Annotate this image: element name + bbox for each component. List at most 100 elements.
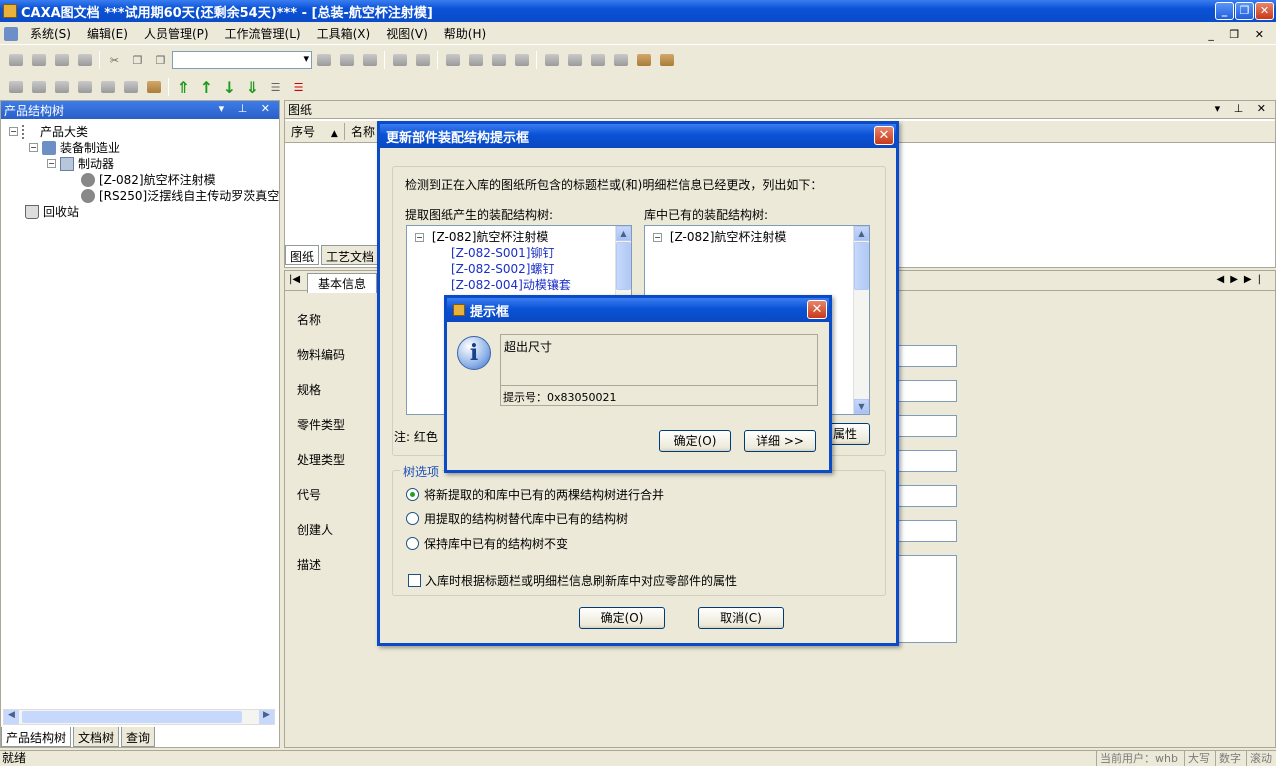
search-icon[interactable]	[337, 51, 357, 69]
print-icon[interactable]	[75, 51, 95, 69]
option-keep[interactable]: 保持库中已有的结构树不变	[406, 535, 568, 552]
panel-controls[interactable]: ▾ ⊥ ✕	[219, 102, 275, 115]
column-index[interactable]: 序号 ▲	[285, 123, 345, 140]
scroll-right-icon[interactable]: ▶	[259, 710, 274, 724]
update-cancel-button[interactable]: 取消(C)	[698, 607, 784, 629]
scroll-up-icon[interactable]: ▲	[616, 226, 631, 241]
move-down-icon[interactable]: ↓	[220, 78, 240, 97]
stop-icon[interactable]	[657, 51, 677, 69]
tab-product-tree[interactable]: 产品结构树	[1, 727, 72, 747]
horizontal-scrollbar[interactable]: ◀ ▶	[3, 709, 275, 725]
column-name[interactable]: 名称	[345, 123, 375, 140]
option-merge[interactable]: 将新提取的和库中已有的两棵结构树进行合并	[406, 486, 664, 503]
radio-selected-icon[interactable]	[406, 488, 419, 501]
menu-workflow[interactable]: 工作流管理(L)	[217, 24, 309, 44]
field-creator[interactable]	[897, 520, 957, 542]
tree-node-recycle-bin[interactable]: 回收站	[25, 203, 79, 220]
export-icon[interactable]	[413, 51, 433, 69]
tree-node-z082[interactable]: [Z-082]航空杯注射模	[81, 171, 216, 188]
scroll-thumb[interactable]	[854, 242, 869, 290]
field-part-type[interactable]	[897, 415, 957, 437]
menu-help[interactable]: 帮助(H)	[436, 24, 494, 44]
structure-icon-2[interactable]	[29, 78, 49, 96]
permission-icon[interactable]	[512, 51, 532, 69]
role-icon[interactable]	[489, 51, 509, 69]
list-delete-icon[interactable]: ☰	[289, 78, 309, 96]
tree-node-product-category[interactable]: − 产品大类	[9, 123, 88, 140]
extracted-node[interactable]: [Z-082-004]动模镶套	[451, 276, 571, 293]
scroll-thumb[interactable]	[22, 711, 242, 723]
import-icon[interactable]	[390, 51, 410, 69]
structure-icon-1[interactable]	[6, 78, 26, 96]
user-icon[interactable]	[443, 51, 463, 69]
tab-basic-info[interactable]: 基本信息	[307, 273, 378, 293]
extracted-root[interactable]: − [Z-082]航空杯注射模	[415, 228, 548, 245]
new-doc-icon[interactable]	[6, 51, 26, 69]
save-doc-icon[interactable]	[52, 51, 72, 69]
structure-icon-3[interactable]	[52, 78, 72, 96]
existing-root[interactable]: − [Z-082]航空杯注射模	[653, 228, 786, 245]
menu-edit[interactable]: 编辑(E)	[79, 24, 136, 44]
scroll-down-icon[interactable]: ▼	[854, 399, 869, 414]
refresh-attributes-checkbox[interactable]: 入库时根据标题栏或明细栏信息刷新库中对应零部件的属性	[408, 572, 737, 589]
review-icon[interactable]	[588, 51, 608, 69]
query-icon[interactable]	[360, 51, 380, 69]
option-replace[interactable]: 用提取的结构树替代库中已有的结构树	[406, 510, 628, 527]
collapse-icon[interactable]: −	[47, 159, 56, 168]
scroll-thumb[interactable]	[616, 242, 631, 290]
minimize-button[interactable]: _	[1215, 2, 1234, 20]
toolbar-combo[interactable]	[172, 51, 312, 69]
extracted-node[interactable]: [Z-082-S001]铆钉	[451, 244, 554, 261]
collapse-icon[interactable]: −	[9, 127, 18, 136]
menu-toolbox[interactable]: 工具箱(X)	[309, 24, 379, 44]
tab-drawings[interactable]: 图纸	[285, 245, 320, 265]
checkbox-icon[interactable]	[408, 574, 421, 587]
cut-icon[interactable]: ✂	[105, 51, 125, 69]
paste-icon[interactable]: ❐	[151, 51, 171, 69]
workflow-icon[interactable]	[542, 51, 562, 69]
field-description[interactable]	[897, 555, 957, 643]
scroll-up-icon[interactable]: ▲	[854, 226, 869, 241]
close-button[interactable]: ✕	[1255, 2, 1274, 20]
tab-process-docs[interactable]: 工艺文档	[321, 245, 380, 265]
move-top-icon[interactable]: ⇑	[174, 78, 194, 97]
existing-tree-scrollbar[interactable]: ▲ ▼	[853, 226, 869, 414]
settings-icon[interactable]	[634, 51, 654, 69]
tab-scroll-icons[interactable]: ◀▶▶|	[1217, 274, 1267, 285]
tab-scroll-first-icon[interactable]: |◀	[289, 274, 300, 285]
tab-document-tree[interactable]: 文档树	[73, 727, 120, 747]
field-material-code[interactable]	[897, 345, 957, 367]
prompt-ok-button[interactable]: 确定(O)	[659, 430, 731, 452]
field-process-type[interactable]	[897, 450, 957, 472]
scroll-left-icon[interactable]: ◀	[4, 710, 19, 724]
move-bottom-icon[interactable]: ⇓	[243, 78, 263, 97]
prompt-close-button[interactable]: ✕	[807, 300, 827, 319]
approve-icon[interactable]	[611, 51, 631, 69]
tree-node-brake[interactable]: − 制动器	[47, 155, 114, 172]
restore-button[interactable]: ❐	[1235, 2, 1254, 20]
open-doc-icon[interactable]	[29, 51, 49, 69]
collapse-icon[interactable]: −	[29, 143, 38, 152]
structure-icon-5[interactable]	[98, 78, 118, 96]
dialog-close-button[interactable]: ✕	[874, 126, 894, 145]
menu-system[interactable]: 系统(S)	[22, 24, 79, 44]
mdi-window-controls[interactable]: _ ❐ ✕	[1208, 28, 1270, 41]
menu-personnel[interactable]: 人员管理(P)	[136, 24, 217, 44]
field-code[interactable]	[897, 485, 957, 507]
structure-icon-4[interactable]	[75, 78, 95, 96]
prompt-details-button[interactable]: 详细 >>	[744, 430, 816, 452]
copy-icon[interactable]: ❐	[128, 51, 148, 69]
task-icon[interactable]	[565, 51, 585, 69]
move-up-icon[interactable]: ↑	[197, 78, 217, 97]
group-icon[interactable]	[466, 51, 486, 69]
tab-query[interactable]: 查询	[121, 727, 156, 747]
structure-icon-7[interactable]	[144, 78, 164, 96]
radio-icon[interactable]	[406, 512, 419, 525]
structure-icon-6[interactable]	[121, 78, 141, 96]
field-spec[interactable]	[897, 380, 957, 402]
menu-view[interactable]: 视图(V)	[378, 24, 436, 44]
update-ok-button[interactable]: 确定(O)	[579, 607, 665, 629]
checkin-icon[interactable]	[314, 51, 334, 69]
radio-icon[interactable]	[406, 537, 419, 550]
tree-node-manufacturing[interactable]: − 装备制造业	[29, 139, 120, 156]
